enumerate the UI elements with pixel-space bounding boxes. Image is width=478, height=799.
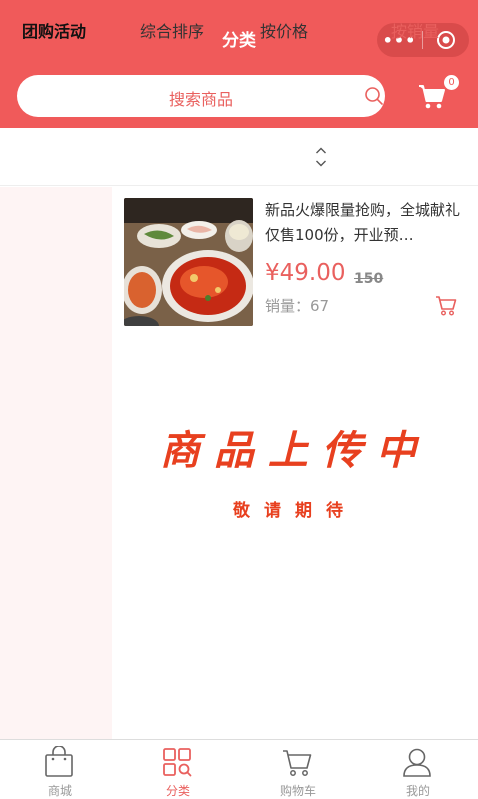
sort-bar [0, 128, 478, 186]
search-input[interactable]: 搜索商品 [17, 75, 385, 117]
shopping-bag-icon [45, 746, 73, 777]
tab-label: 购物车 [279, 784, 316, 798]
stay-tuned-text: 敬请期待 [233, 501, 357, 521]
category-icon [163, 748, 192, 777]
product-price: ¥49.00 [265, 260, 346, 286]
category-tab-group-buy[interactable]: 团购活动 [22, 18, 86, 42]
product-sales: 销量：67 [265, 297, 330, 315]
tab-label: 商城 [47, 784, 72, 798]
product-name[interactable]: 新品火爆限量抢购，全城献礼仅售100份，开业预… [265, 198, 468, 248]
product-card[interactable]: 新品火爆限量抢购，全城献礼仅售100份，开业预… ¥49.00 150 销量：6… [124, 198, 468, 328]
tab-cart[interactable]: 购物车 [238, 740, 358, 799]
sort-sales[interactable]: 按销量 [391, 18, 439, 42]
cart-badge: 0 [444, 75, 459, 90]
add-to-cart-icon[interactable] [435, 295, 457, 321]
bottom-tab-bar: 商城 分类 购物车 我的 [0, 739, 478, 799]
search-icon[interactable] [364, 86, 384, 110]
product-original-price: 150 [354, 271, 384, 287]
sort-price[interactable]: 按价格 [260, 18, 308, 42]
cart-icon [283, 750, 312, 776]
tab-label: 我的 [405, 784, 430, 798]
sort-arrows-icon [315, 146, 327, 172]
tab-profile[interactable]: 我的 [358, 740, 478, 799]
tab-mall[interactable]: 商城 [0, 740, 120, 799]
tab-label: 分类 [165, 784, 190, 798]
category-sidebar [0, 187, 112, 739]
tab-category[interactable]: 分类 [118, 740, 238, 799]
cart-icon[interactable] [418, 84, 446, 114]
user-icon [403, 748, 431, 777]
sort-general[interactable]: 综合排序 [140, 18, 204, 42]
uploading-notice: 商品上传中 [160, 427, 430, 474]
product-image[interactable] [124, 198, 253, 326]
search-placeholder: 搜索商品 [168, 90, 233, 109]
